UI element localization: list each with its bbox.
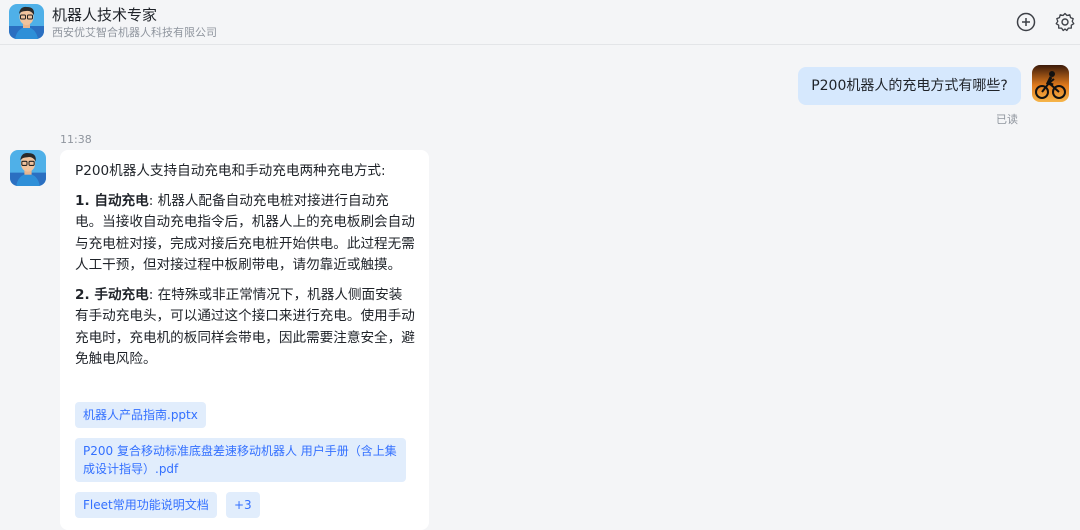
bot-avatar[interactable]	[9, 4, 44, 39]
user-avatar[interactable]	[1032, 65, 1069, 102]
bot-message-bubble: P200机器人支持自动充电和手动充电两种充电方式: 1. 自动充电: 机器人配备…	[60, 150, 429, 530]
reply-item-auto-charging: 1. 自动充电: 机器人配备自动充电桩对接进行自动充电。当接收自动充电指令后，机…	[75, 191, 415, 277]
reply-item-manual-charging: 2. 手动充电: 在特殊或非正常情况下，机器人侧面安装有手动充电头，可以通过这个…	[75, 285, 415, 371]
plus-circle-icon[interactable]	[1015, 11, 1037, 33]
attachment-chip[interactable]: P200 复合移动标准底盘差速移动机器人 用户手册（含上集成设计指导）.pdf	[75, 438, 406, 482]
chat-subtitle: 西安优艾智合机器人科技有限公司	[52, 26, 217, 39]
chat-header: 机器人技术专家 西安优艾智合机器人科技有限公司	[0, 0, 1080, 45]
attachment-chip[interactable]: Fleet常用功能说明文档	[75, 492, 217, 518]
bot-avatar[interactable]	[10, 150, 46, 186]
message-timestamp: 11:38	[60, 133, 92, 146]
read-status: 已读	[996, 113, 1018, 126]
user-message-bubble: P200机器人的充电方式有哪些?	[798, 67, 1021, 105]
reply-item-title: 2. 手动充电	[75, 286, 149, 303]
reply-intro: P200机器人支持自动充电和手动充电两种充电方式:	[75, 163, 386, 179]
more-attachments-chip[interactable]: +3	[226, 492, 260, 518]
attachment-chip[interactable]: 机器人产品指南.pptx	[75, 402, 206, 428]
gear-icon[interactable]	[1054, 11, 1076, 33]
reply-item-title: 1. 自动充电	[75, 192, 149, 209]
chat-title: 机器人技术专家	[52, 6, 158, 24]
